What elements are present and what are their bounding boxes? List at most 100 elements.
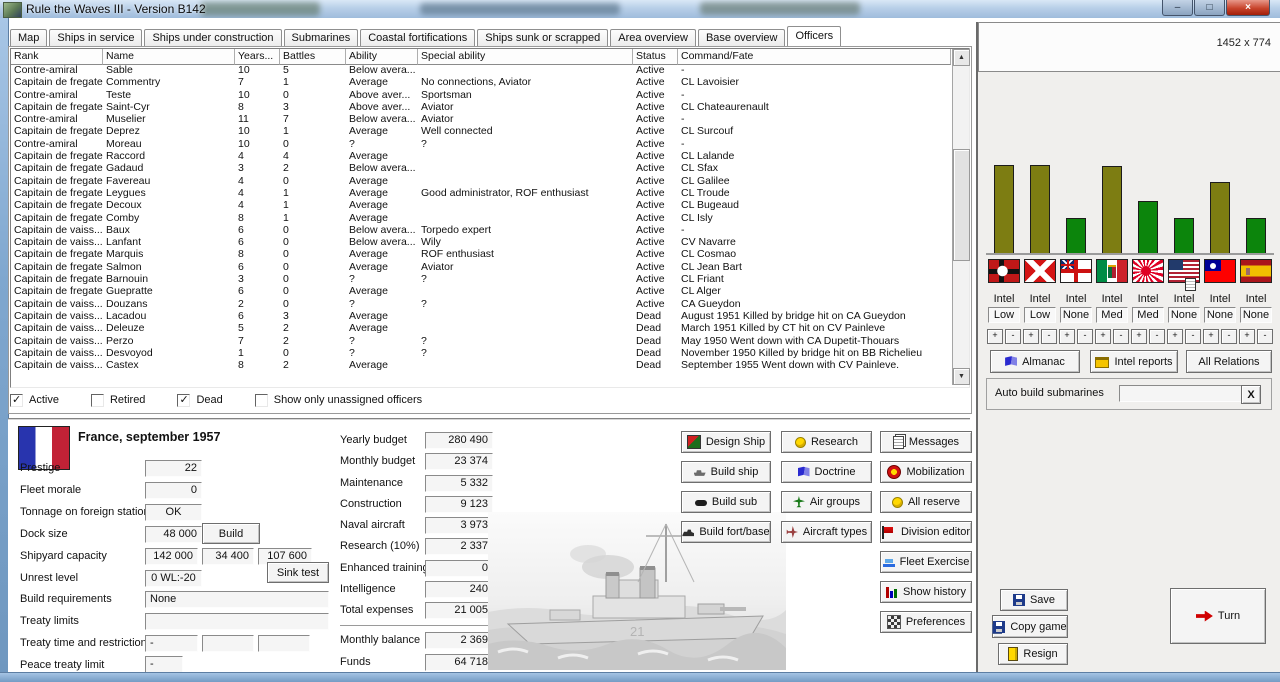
tab[interactable]: Base overview bbox=[698, 29, 786, 46]
checkbox-icon[interactable] bbox=[177, 394, 190, 407]
filter-checkbox[interactable]: Show only unassigned officers bbox=[255, 394, 422, 407]
table-row[interactable]: Contre-amiral Muselier 11 7 Below avera.… bbox=[11, 113, 951, 125]
table-row[interactable]: Capitain de fregate Raccord 4 4 Average … bbox=[11, 150, 951, 162]
filter-checkbox[interactable]: Dead bbox=[177, 394, 222, 407]
intel-minus-button[interactable]: - bbox=[1077, 329, 1093, 344]
column-header[interactable]: Name bbox=[103, 49, 235, 65]
tab[interactable]: Submarines bbox=[284, 29, 359, 46]
table-row[interactable]: Capitain de vaiss... Deleuze 5 2 Average… bbox=[11, 322, 951, 334]
action-button[interactable]: Fleet Exercise bbox=[880, 551, 972, 573]
intel-plus-button[interactable]: + bbox=[1131, 329, 1147, 344]
table-row[interactable]: Capitain de fregate Favereau 4 0 Average… bbox=[11, 175, 951, 187]
copy-game-button[interactable]: Copy game bbox=[992, 615, 1068, 638]
column-header[interactable]: Battles bbox=[280, 49, 346, 65]
nation-flag-icon[interactable] bbox=[1096, 259, 1128, 283]
minimize-button[interactable]: – bbox=[1162, 0, 1193, 16]
action-button[interactable]: Division editor bbox=[880, 521, 972, 543]
intel-plus-button[interactable]: + bbox=[1059, 329, 1075, 344]
tab[interactable]: Ships sunk or scrapped bbox=[477, 29, 608, 46]
table-row[interactable]: Capitain de fregate Deprez 10 1 Average … bbox=[11, 125, 951, 137]
intel-plus-button[interactable]: + bbox=[1239, 329, 1255, 344]
column-header[interactable]: Rank bbox=[11, 49, 103, 65]
tab[interactable]: Coastal fortifications bbox=[360, 29, 475, 46]
nation-flag-icon[interactable] bbox=[1132, 259, 1164, 283]
action-button[interactable]: Air groups bbox=[781, 491, 872, 513]
table-row[interactable]: Capitain de fregate Decoux 4 1 Average A… bbox=[11, 199, 951, 211]
action-button[interactable]: All reserve bbox=[880, 491, 972, 513]
nation-flag-icon[interactable] bbox=[1024, 259, 1056, 283]
sink-test-button[interactable]: Sink test bbox=[267, 562, 329, 583]
intel-minus-button[interactable]: - bbox=[1185, 329, 1201, 344]
table-scrollbar[interactable]: ▲ ▼ bbox=[952, 49, 969, 385]
action-button[interactable]: Build ship bbox=[681, 461, 771, 483]
tab[interactable]: Map bbox=[10, 29, 47, 46]
checkbox-icon[interactable] bbox=[91, 394, 104, 407]
intel-minus-button[interactable]: - bbox=[1005, 329, 1021, 344]
intel-plus-button[interactable]: + bbox=[987, 329, 1003, 344]
table-row[interactable]: Capitain de fregate Marquis 8 0 Average … bbox=[11, 248, 951, 260]
intel-minus-button[interactable]: - bbox=[1221, 329, 1237, 344]
table-row[interactable]: Capitain de fregate Salmon 6 0 Average A… bbox=[11, 261, 951, 273]
action-button[interactable]: Preferences bbox=[880, 611, 972, 633]
all-relations-button[interactable]: All Relations bbox=[1186, 350, 1272, 373]
nation-flag-icon[interactable] bbox=[1060, 259, 1092, 283]
maximize-button[interactable]: □ bbox=[1194, 0, 1225, 16]
checkbox-icon[interactable] bbox=[10, 394, 23, 407]
table-row[interactable]: Contre-amiral Teste 10 0 Above aver... S… bbox=[11, 89, 951, 101]
intel-minus-button[interactable]: - bbox=[1113, 329, 1129, 344]
action-button[interactable]: Mobilization bbox=[880, 461, 972, 483]
action-button[interactable]: Show history bbox=[880, 581, 972, 603]
title-bar[interactable]: Rule the Waves III - Version B142 – □ × bbox=[0, 0, 1280, 19]
intel-plus-button[interactable]: + bbox=[1095, 329, 1111, 344]
table-row[interactable]: Capitain de vaiss... Douzans 2 0 ? ? Act… bbox=[11, 298, 951, 310]
filter-checkbox[interactable]: Retired bbox=[91, 394, 145, 407]
nation-flag-icon[interactable] bbox=[1240, 259, 1272, 283]
filter-checkbox[interactable]: Active bbox=[10, 394, 59, 407]
column-header[interactable]: Command/Fate bbox=[678, 49, 951, 65]
table-row[interactable]: Capitain de vaiss... Perzo 7 2 ? ? Dead … bbox=[11, 335, 951, 347]
intel-plus-button[interactable]: + bbox=[1023, 329, 1039, 344]
table-row[interactable]: Contre-amiral Sable 10 5 Below avera... … bbox=[11, 64, 951, 76]
tab[interactable]: Area overview bbox=[610, 29, 696, 46]
resign-button[interactable]: Resign bbox=[998, 643, 1068, 665]
intel-minus-button[interactable]: - bbox=[1149, 329, 1165, 344]
action-button[interactable]: Build sub bbox=[681, 491, 771, 513]
action-button[interactable]: Doctrine bbox=[781, 461, 872, 483]
table-row[interactable]: Capitain de vaiss... Lacadou 6 3 Average… bbox=[11, 310, 951, 322]
scrollbar-thumb[interactable] bbox=[953, 149, 970, 261]
tab[interactable]: Ships under construction bbox=[144, 29, 281, 46]
table-row[interactable]: Capitain de vaiss... Lanfant 6 0 Below a… bbox=[11, 236, 951, 248]
action-button[interactable]: Messages bbox=[880, 431, 972, 453]
intel-plus-button[interactable]: + bbox=[1167, 329, 1183, 344]
table-row[interactable]: Capitain de vaiss... Desvoyod 1 0 ? ? De… bbox=[11, 347, 951, 359]
table-row[interactable]: Capitain de fregate Gadaud 3 2 Below ave… bbox=[11, 162, 951, 174]
auto-build-field[interactable] bbox=[1119, 385, 1243, 402]
column-header[interactable]: Special ability bbox=[418, 49, 633, 65]
nation-flag-icon[interactable] bbox=[988, 259, 1020, 283]
action-button[interactable]: Research bbox=[781, 431, 872, 453]
scroll-up-icon[interactable]: ▲ bbox=[953, 49, 970, 66]
table-row[interactable]: Contre-amiral Moreau 10 0 ? ? Active - bbox=[11, 138, 951, 150]
action-button[interactable]: Aircraft types bbox=[781, 521, 872, 543]
checkbox-icon[interactable] bbox=[255, 394, 268, 407]
intel-reports-button[interactable]: Intel reports bbox=[1090, 350, 1178, 373]
turn-button[interactable]: Turn bbox=[1170, 588, 1266, 644]
column-header[interactable]: Status bbox=[633, 49, 678, 65]
table-row[interactable]: Capitain de fregate Comby 8 1 Average Ac… bbox=[11, 212, 951, 224]
table-row[interactable]: Capitain de fregate Guepratte 6 0 Averag… bbox=[11, 285, 951, 297]
almanac-button[interactable]: Almanac bbox=[990, 350, 1080, 373]
nation-flag-icon[interactable] bbox=[1204, 259, 1236, 283]
action-button[interactable]: Build fort/base bbox=[681, 521, 771, 543]
tab[interactable]: Ships in service bbox=[49, 29, 142, 46]
table-row[interactable]: Capitain de fregate Saint-Cyr 8 3 Above … bbox=[11, 101, 951, 113]
save-button[interactable]: Save bbox=[1000, 589, 1068, 611]
intel-minus-button[interactable]: - bbox=[1041, 329, 1057, 344]
tab[interactable]: Officers bbox=[787, 26, 841, 46]
intel-plus-button[interactable]: + bbox=[1203, 329, 1219, 344]
table-row[interactable]: Capitain de vaiss... Baux 6 0 Below aver… bbox=[11, 224, 951, 236]
column-header[interactable]: Years... bbox=[235, 49, 280, 65]
column-header[interactable]: Ability bbox=[346, 49, 418, 65]
action-button[interactable]: Design Ship bbox=[681, 431, 771, 453]
table-row[interactable]: Capitain de fregate Commentry 7 1 Averag… bbox=[11, 76, 951, 88]
scroll-down-icon[interactable]: ▼ bbox=[953, 368, 970, 385]
